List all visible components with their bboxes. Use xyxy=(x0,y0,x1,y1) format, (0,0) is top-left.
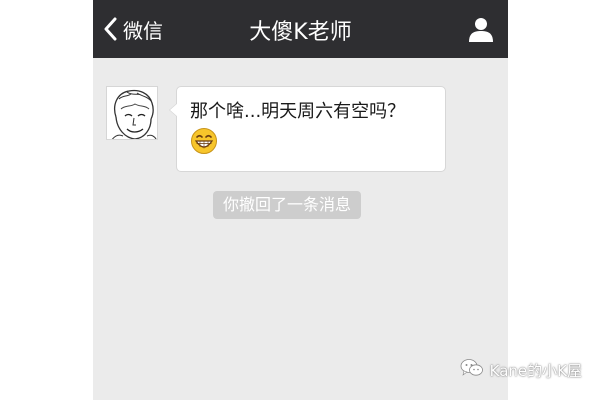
watermark: Kane的小K屋 xyxy=(460,358,582,382)
watermark-text: Kane的小K屋 xyxy=(489,361,582,380)
wechat-logo-icon xyxy=(460,358,490,382)
chat-info-button[interactable] xyxy=(468,16,494,42)
recall-notice: 你撤回了一条消息 xyxy=(213,191,362,219)
chat-title: 大傻K老师 xyxy=(249,20,352,45)
message-bubble[interactable]: 那个啥...明天周六有空吗？ xyxy=(169,86,446,172)
navigation-bar: 微信 大傻K老师 xyxy=(93,0,508,58)
person-icon xyxy=(468,18,494,46)
grinning-face-icon xyxy=(190,127,218,155)
chat-screen: 微信 大傻K老师 那个啥...明天周六有空吗？ 你撤回了一条消息 xyxy=(93,0,508,400)
contact-avatar[interactable] xyxy=(106,86,158,140)
message-text: 那个啥...明天周六有空吗？ xyxy=(190,101,406,122)
